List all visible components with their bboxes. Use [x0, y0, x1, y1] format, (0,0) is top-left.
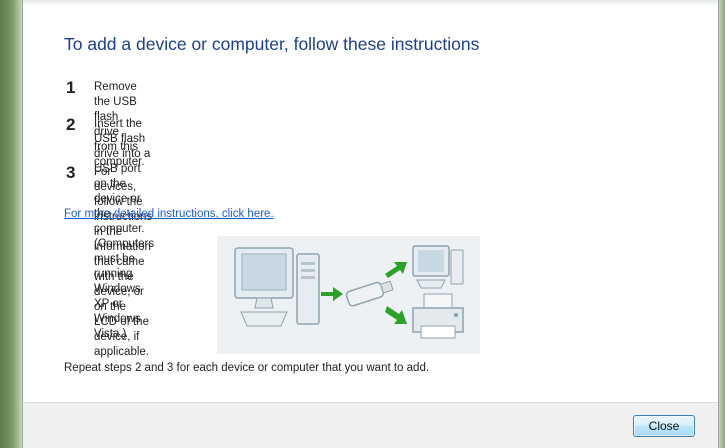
- background-window-edge: [719, 0, 725, 448]
- step-text: For devices, follow the instructions in …: [94, 166, 153, 358]
- arrow-icon: [385, 306, 407, 324]
- step-number: 3: [66, 163, 76, 182]
- arrow-icon: [385, 262, 407, 278]
- device-transfer-illustration: [217, 236, 480, 354]
- printer-icon: [412, 293, 464, 339]
- page-title: To add a device or computer, follow thes…: [64, 34, 480, 54]
- close-button[interactable]: Close: [633, 415, 695, 437]
- step-number: 2: [66, 115, 76, 134]
- arrow-icon: [321, 287, 343, 301]
- monitor-icon: [412, 245, 464, 289]
- computer-icon: [234, 247, 320, 327]
- add-device-dialog: To add a device or computer, follow thes…: [22, 0, 719, 448]
- step-number: 1: [66, 78, 76, 97]
- detailed-instructions-link[interactable]: For more detailed instructions, click he…: [64, 208, 274, 220]
- usb-flash-drive-icon: [345, 280, 394, 307]
- background-window-edge: [0, 0, 22, 448]
- dialog-top-edge: [23, 0, 718, 6]
- dialog-footer: Close: [23, 402, 718, 448]
- repeat-steps-note: Repeat steps 2 and 3 for each device or …: [64, 362, 430, 374]
